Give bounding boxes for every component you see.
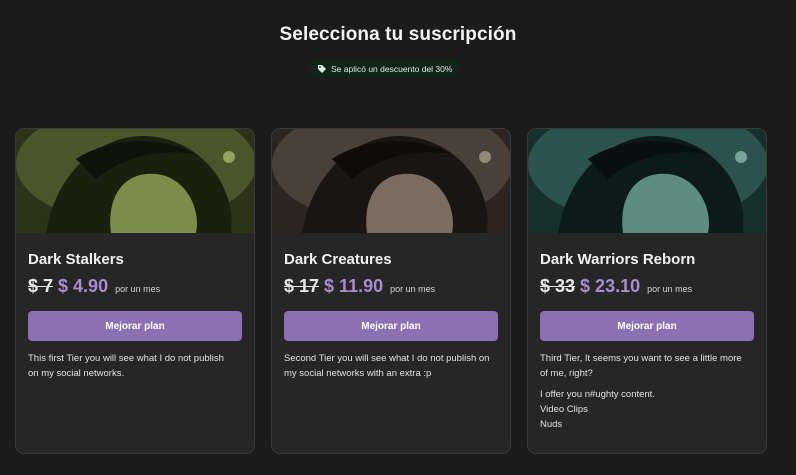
tier-description: Third Tier, It seems you want to see a l… [540,351,746,432]
description-line: Second Tier you will see what I do not p… [284,353,490,379]
price-row: $ 7 $ 4.90 por un mes [28,276,242,300]
tier-name: Dark Warriors Reborn [540,251,696,268]
old-price: $ 17 [284,276,320,296]
description-line: Nuds [540,419,563,430]
tier-image [528,129,766,233]
new-price: $ 4.90 [58,276,109,296]
tier-artwork [528,129,766,233]
description-line: Third Tier, It seems you want to see a l… [540,353,742,379]
old-price: $ 33 [540,276,576,296]
tier-card-dark-warriors-reborn: Dark Warriors Reborn $ 33 $ 23.10 por un… [527,128,767,454]
tier-name: Dark Creatures [284,251,392,268]
price-row: $ 17 $ 11.90 por un mes [284,276,498,300]
description-line: Video Clips [540,404,588,415]
price-period: por un mes [647,284,693,294]
tier-card-dark-stalkers: Dark Stalkers $ 7 $ 4.90 por un mes Mejo… [15,128,255,454]
old-price: $ 7 [28,276,54,296]
price-period: por un mes [390,284,436,294]
upgrade-plan-button[interactable]: Mejorar plan [540,311,754,341]
upgrade-plan-button[interactable]: Mejorar plan [284,311,498,341]
price-period: por un mes [115,284,161,294]
subscription-page: Selecciona tu suscripción Se aplicó un d… [0,0,796,475]
tier-card-dark-creatures: Dark Creatures $ 17 $ 11.90 por un mes M… [271,128,511,454]
description-line: I offer you n#ughty content. [540,389,655,400]
price-row: $ 33 $ 23.10 por un mes [540,276,754,300]
discount-text: Se aplicó un descuento del 30% [331,64,453,74]
upgrade-plan-button[interactable]: Mejorar plan [28,311,242,341]
page-title: Selecciona tu suscripción [279,24,517,45]
tier-cards: Dark Stalkers $ 7 $ 4.90 por un mes Mejo… [15,128,767,454]
tier-name: Dark Stalkers [28,251,124,268]
discount-badge: Se aplicó un descuento del 30% [310,60,460,78]
tier-artwork [16,129,254,233]
new-price: $ 23.10 [580,276,641,296]
description-line: This first Tier you will see what I do n… [28,353,224,379]
tier-description: This first Tier you will see what I do n… [28,351,234,381]
tier-description: Second Tier you will see what I do not p… [284,351,490,381]
tag-icon [318,65,326,73]
tier-image [16,129,254,233]
tier-image [272,129,510,233]
tier-artwork [272,129,510,233]
new-price: $ 11.90 [324,276,384,296]
